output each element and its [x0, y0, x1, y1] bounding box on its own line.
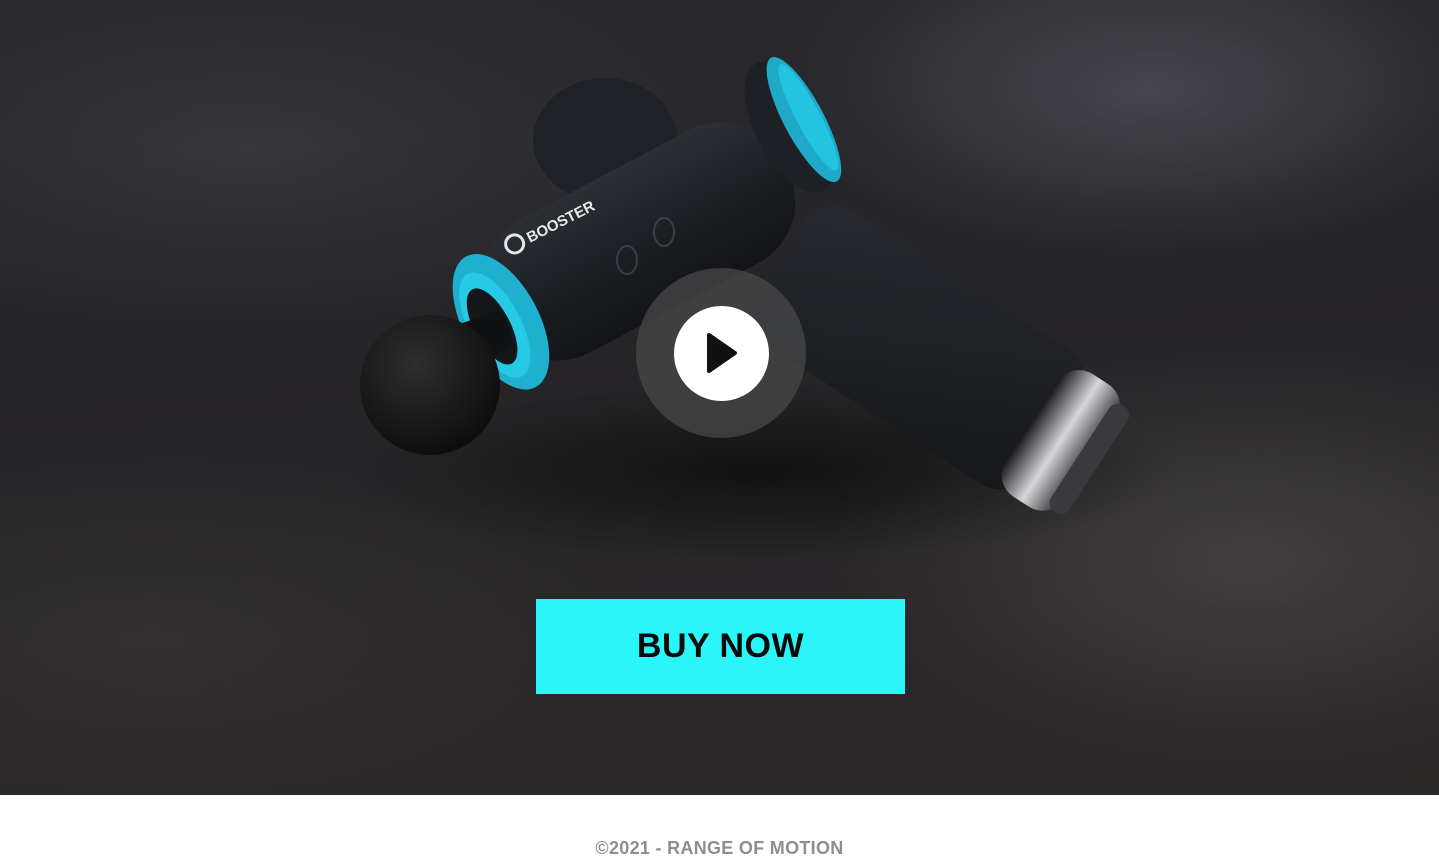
play-video-button[interactable]: [636, 268, 806, 438]
play-button-circle: [673, 305, 769, 401]
hero-section: BOOSTER BUY NOW: [0, 0, 1439, 795]
ball-attachment: [360, 315, 500, 455]
play-icon: [707, 333, 737, 373]
footer: ©2021 - RANGE OF MOTION: [0, 795, 1439, 867]
buy-now-button[interactable]: BUY NOW: [536, 599, 905, 694]
copyright-text: ©2021 - RANGE OF MOTION: [595, 838, 844, 858]
